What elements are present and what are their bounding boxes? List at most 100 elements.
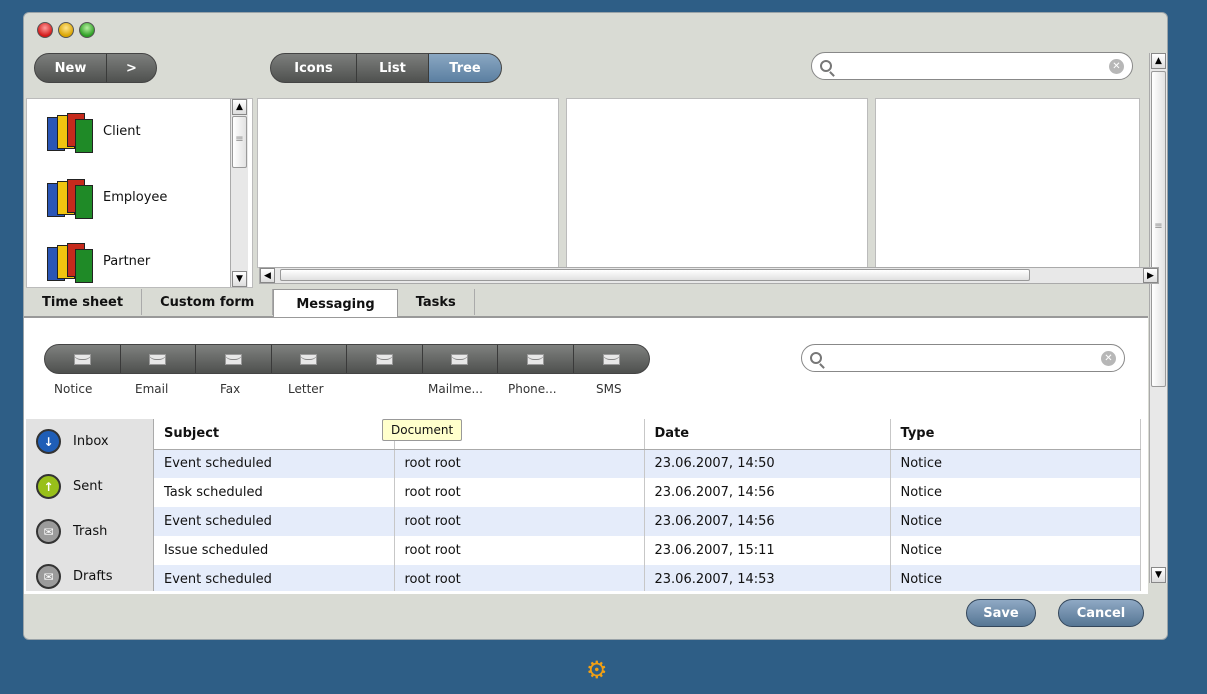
email-button[interactable]: [121, 345, 196, 373]
scroll-down-arrow-icon[interactable]: ▼: [232, 271, 247, 287]
scroll-up-arrow-icon[interactable]: ▲: [232, 99, 247, 115]
folder-drafts[interactable]: ✉ Drafts: [36, 564, 113, 589]
scroll-down-arrow-icon[interactable]: ▼: [1151, 567, 1166, 583]
fax-button[interactable]: [196, 345, 272, 373]
new-button[interactable]: New: [35, 54, 107, 82]
tree-item-partner[interactable]: Partner: [43, 239, 150, 283]
cell-document: root root: [394, 478, 645, 507]
notice-button[interactable]: [45, 345, 121, 373]
cell-type: Notice: [890, 507, 1141, 536]
cell-date: 23.06.2007, 14:56: [644, 478, 891, 507]
tree-scrollbar[interactable]: ▲ ▼: [230, 99, 248, 287]
next-button[interactable]: >: [107, 54, 156, 82]
view-list-button[interactable]: List: [357, 54, 429, 82]
folder-trash[interactable]: ✉ Trash: [36, 519, 107, 544]
main-vertical-scrollbar[interactable]: ▲ ▼: [1149, 53, 1167, 583]
scroll-up-arrow-icon[interactable]: ▲: [1151, 53, 1166, 69]
tab-messaging[interactable]: Messaging: [273, 289, 398, 318]
folder-label: Trash: [73, 524, 108, 539]
scroll-right-arrow-icon[interactable]: ▶: [1143, 268, 1158, 283]
sent-icon: ↑: [36, 474, 61, 499]
table-row[interactable]: Event scheduled root root 23.06.2007, 14…: [154, 449, 1141, 478]
folders-icon: [43, 239, 101, 283]
scroll-left-arrow-icon[interactable]: ◀: [260, 268, 275, 283]
tab-custom-form[interactable]: Custom form: [142, 289, 274, 315]
folder-label: Sent: [73, 479, 103, 494]
columns-horizontal-scrollbar[interactable]: ◀ ▶: [259, 267, 1159, 284]
message-type-labels: Notice Email Fax Letter Mailme... Phone.…: [44, 382, 664, 398]
label-letter: Letter: [288, 382, 324, 396]
messages-table: Subject Date Type Event scheduled root r…: [154, 419, 1141, 591]
cell-document: root root: [394, 565, 645, 591]
column-header-subject[interactable]: Subject: [154, 419, 395, 450]
folder-sent[interactable]: ↑ Sent: [36, 474, 103, 499]
mailme-button[interactable]: [423, 345, 498, 373]
save-button[interactable]: Save: [966, 599, 1036, 627]
column-header-date[interactable]: Date: [644, 419, 891, 450]
cell-type: Notice: [890, 536, 1141, 565]
zoom-window-button[interactable]: [79, 22, 95, 38]
column-header-type[interactable]: Type: [890, 419, 1141, 450]
view-icons-button[interactable]: Icons: [271, 54, 357, 82]
tree-item-employee[interactable]: Employee: [43, 175, 167, 219]
tree-item-label: Partner: [103, 253, 151, 269]
cell-date: 23.06.2007, 14:50: [644, 449, 891, 478]
cell-type: Notice: [890, 449, 1141, 478]
folders-icon: [43, 175, 101, 219]
close-window-button[interactable]: [37, 22, 53, 38]
table-row[interactable]: Event scheduled root root 23.06.2007, 14…: [154, 507, 1141, 536]
tree-item-client[interactable]: Client: [43, 109, 141, 153]
top-search-input[interactable]: [838, 59, 1103, 73]
tab-tasks[interactable]: Tasks: [397, 289, 475, 315]
cell-document: root root: [394, 449, 645, 478]
inbox-icon: ↓: [36, 429, 61, 454]
folders-icon: [43, 109, 101, 153]
minimize-window-button[interactable]: [58, 22, 74, 38]
view-tree-button[interactable]: Tree: [429, 54, 501, 82]
tree-item-label: Employee: [103, 189, 168, 205]
scroll-thumb[interactable]: [280, 269, 1030, 281]
cell-subject: Issue scheduled: [154, 536, 395, 565]
cell-type: Notice: [890, 478, 1141, 507]
tree-panel: Client Employee Partner ▲ ▼: [26, 98, 253, 288]
clear-search-icon[interactable]: ✕: [1101, 350, 1116, 366]
messages-search-input[interactable]: [828, 351, 1095, 365]
message-type-button[interactable]: [347, 345, 423, 373]
table-row[interactable]: Issue scheduled root root 23.06.2007, 15…: [154, 536, 1141, 565]
message-type-toolbar: [44, 344, 650, 374]
cell-type: Notice: [890, 565, 1141, 591]
tree-column-2[interactable]: [566, 98, 868, 268]
tab-time-sheet[interactable]: Time sheet: [24, 289, 143, 315]
tree-column-1[interactable]: [257, 98, 559, 268]
folder-inbox[interactable]: ↓ Inbox: [36, 429, 109, 454]
envelope-icon: [602, 353, 620, 365]
view-switcher: Icons List Tree: [270, 53, 502, 83]
envelope-icon: [375, 353, 393, 365]
envelope-icon: [300, 353, 318, 365]
table-header-row: Subject Date Type: [154, 419, 1141, 450]
table-row[interactable]: Event scheduled root root 23.06.2007, 14…: [154, 565, 1141, 591]
clear-search-icon[interactable]: ✕: [1109, 58, 1124, 74]
trash-icon: ✉: [36, 519, 61, 544]
cell-document: root root: [394, 507, 645, 536]
label-sms: SMS: [596, 382, 622, 396]
tree-item-label: Client: [103, 123, 141, 139]
application-window: New > Icons List Tree ✕ ▲ ▼ Client Emplo…: [23, 12, 1168, 640]
search-icon: [810, 352, 822, 364]
gear-icon[interactable]: ⚙: [586, 656, 608, 684]
tree-column-3[interactable]: [875, 98, 1140, 268]
label-mailme: Mailme...: [428, 382, 483, 396]
cancel-button[interactable]: Cancel: [1058, 599, 1144, 627]
tab-bar: Time sheet Custom form Messaging Tasks: [24, 289, 1148, 318]
folder-label: Drafts: [73, 569, 113, 584]
scroll-thumb[interactable]: [1151, 71, 1166, 387]
envelope-icon: [526, 353, 544, 365]
table-row[interactable]: Task scheduled root root 23.06.2007, 14:…: [154, 478, 1141, 507]
cell-document: root root: [394, 536, 645, 565]
envelope-icon: [451, 353, 469, 365]
sms-button[interactable]: [574, 345, 650, 373]
scroll-thumb[interactable]: [232, 116, 247, 168]
cell-subject: Task scheduled: [154, 478, 395, 507]
phone-button[interactable]: [498, 345, 574, 373]
letter-button[interactable]: [272, 345, 347, 373]
